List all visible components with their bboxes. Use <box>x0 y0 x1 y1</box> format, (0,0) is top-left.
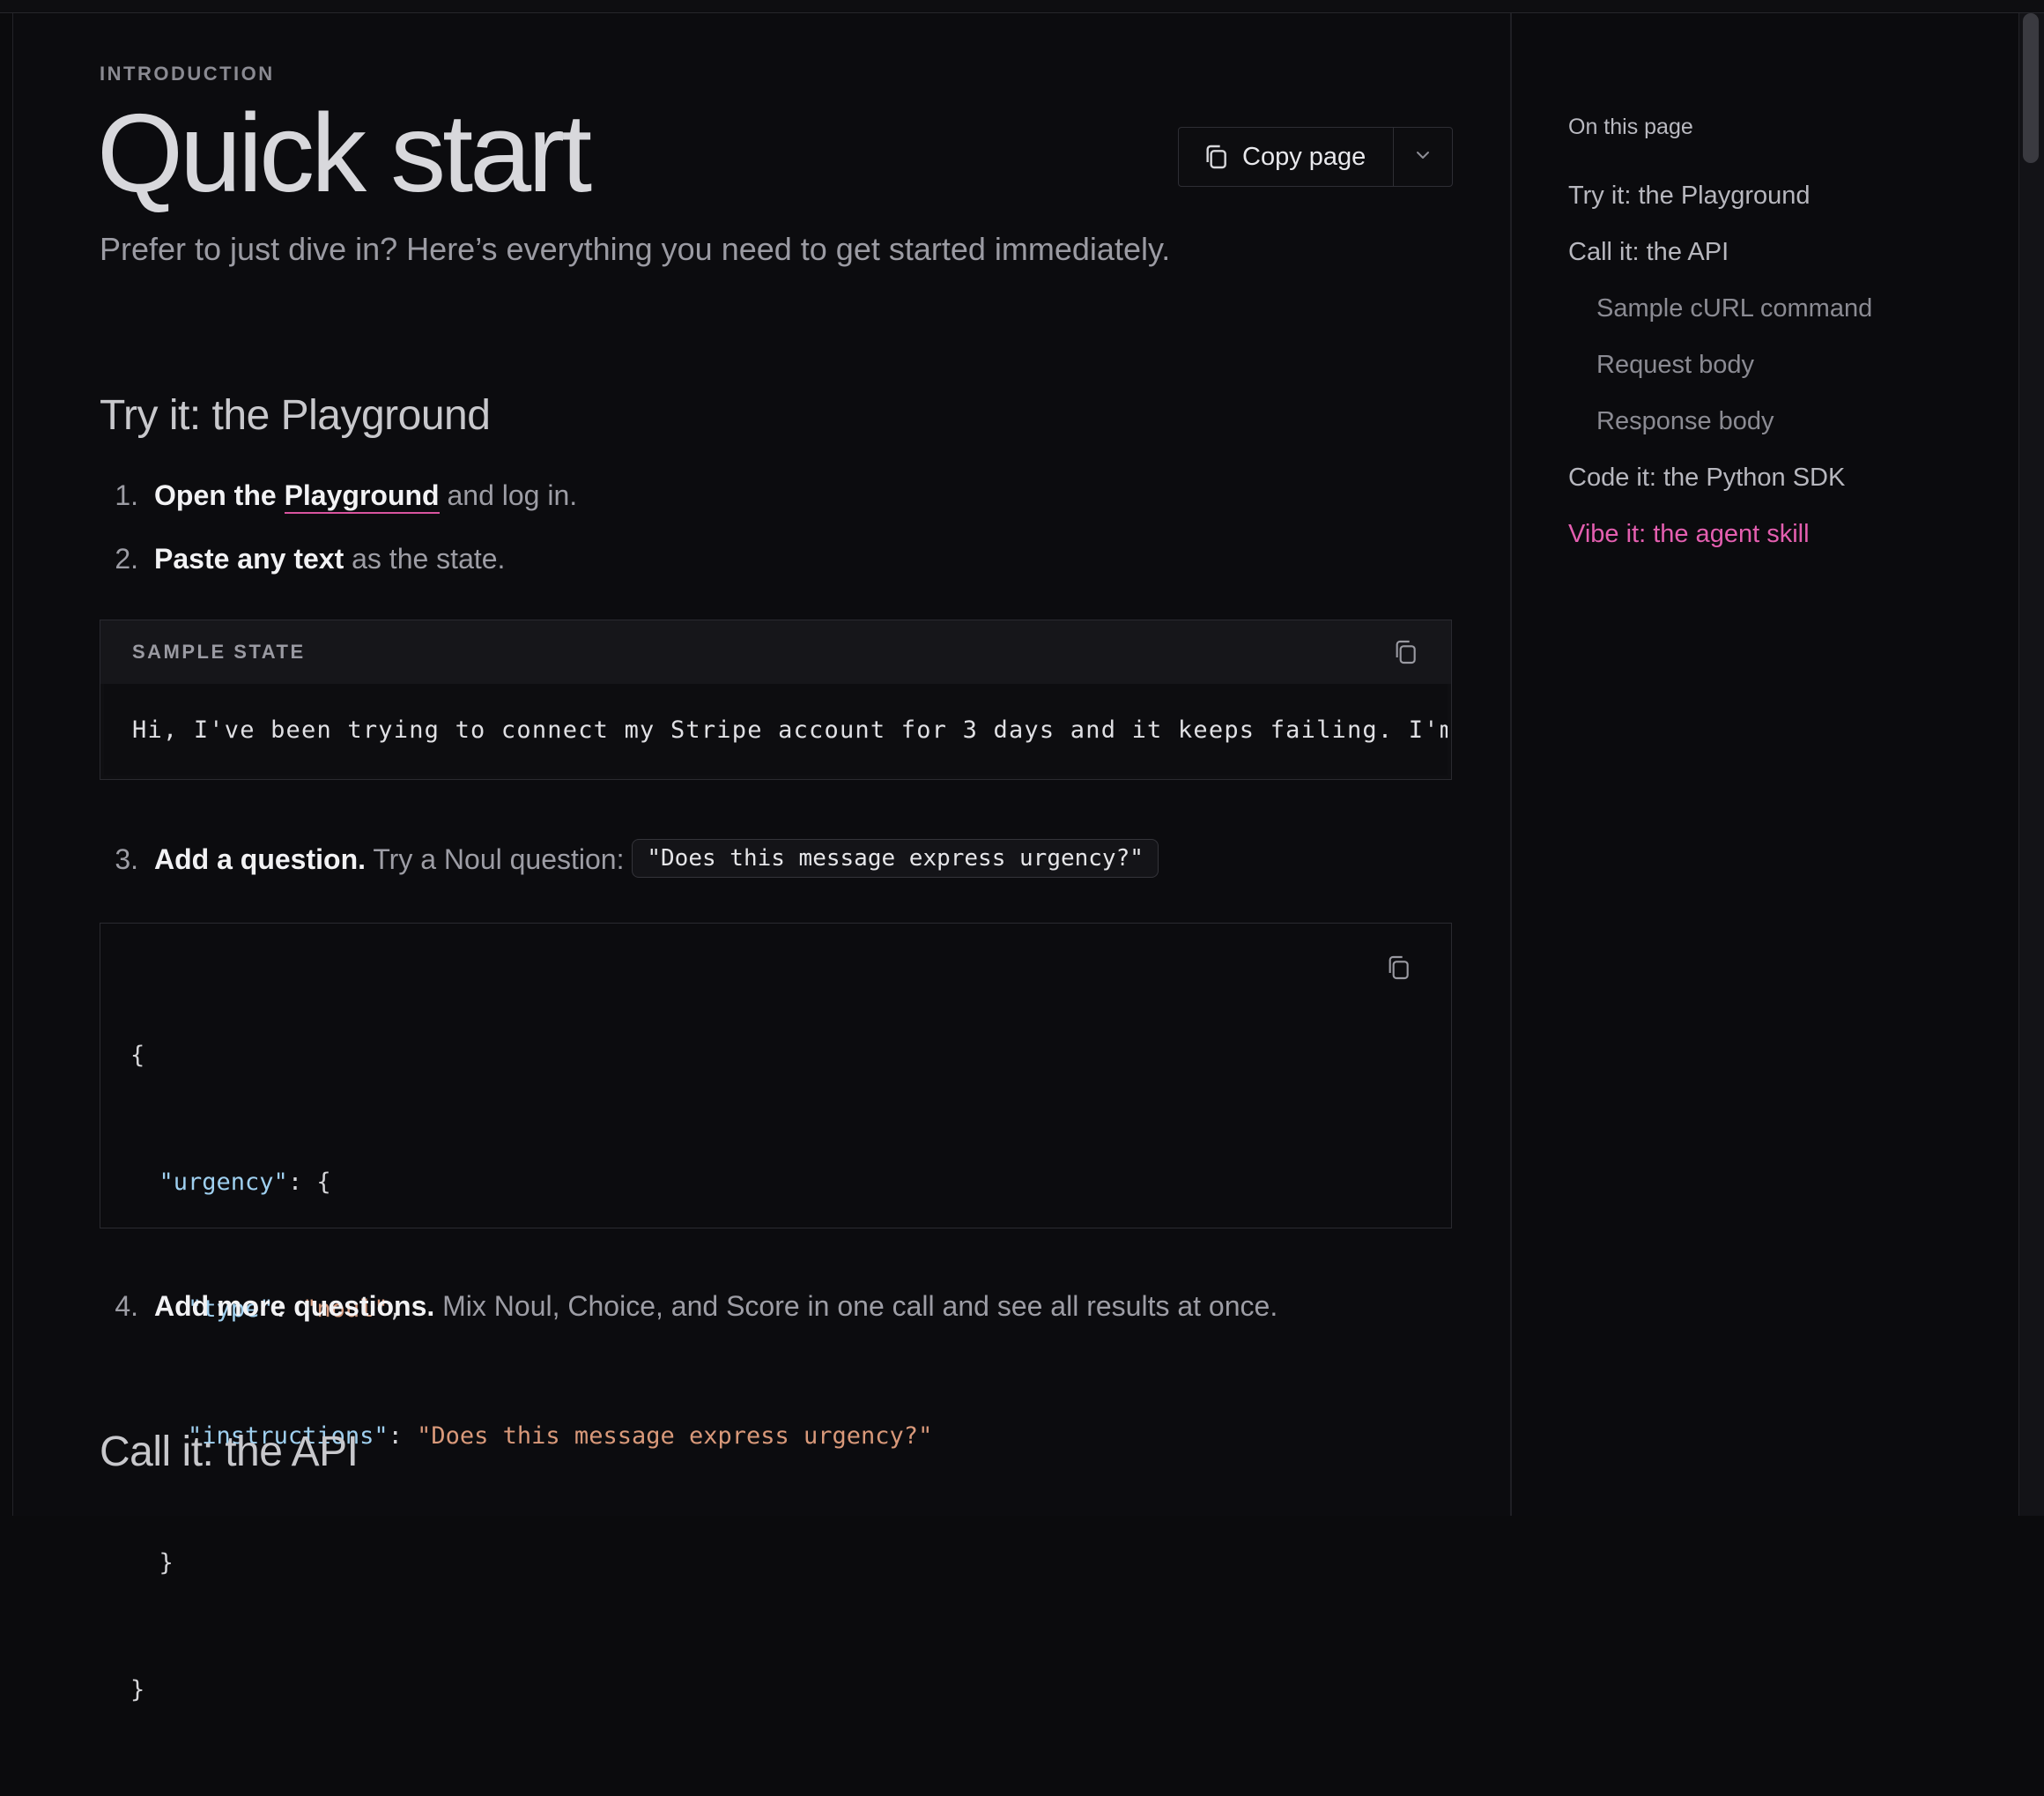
code-token: "Does this message express urgency?" <box>417 1422 933 1450</box>
step-number: 1. <box>115 479 138 511</box>
step-text: as the state. <box>352 543 506 575</box>
step-number: 4. <box>115 1290 138 1322</box>
section-heading-api: Call it: the API <box>100 1429 359 1475</box>
step-bold: Add more questions. <box>154 1290 435 1322</box>
chevron-down-icon <box>1412 145 1433 170</box>
sample-state-text: Hi, I've been trying to connect my Strip… <box>132 716 1448 744</box>
sample-state-card: SAMPLE STATE Hi, I've been trying to con… <box>100 620 1452 780</box>
toc-item-playground[interactable]: Try it: the Playground <box>1568 182 1811 211</box>
code-token: } <box>159 1549 174 1577</box>
code-token: : <box>388 1422 418 1450</box>
step-bold: Add a question. <box>154 843 366 875</box>
sample-state-header: SAMPLE STATE <box>100 620 1451 684</box>
page-subtitle: Prefer to just dive in? Here’s everythin… <box>100 231 1171 267</box>
sample-state-body: Hi, I've been trying to connect my Strip… <box>104 684 1448 776</box>
toc-heading: On this page <box>1568 115 1693 139</box>
step-number: 3. <box>115 843 138 875</box>
breadcrumb-section: INTRODUCTION <box>100 63 275 85</box>
code-token: : { <box>287 1169 331 1196</box>
step-item: 3. Add a question. Try a Noul question: … <box>100 839 1159 878</box>
step-text: and log in. <box>447 479 578 511</box>
copy-icon <box>1202 143 1230 171</box>
toc-item-python-sdk[interactable]: Code it: the Python SDK <box>1568 464 1845 493</box>
code-line: { <box>130 1035 932 1077</box>
step-item: 1. Open the Playground and log in. <box>100 479 578 514</box>
toc-item-curl[interactable]: Sample cURL command <box>1596 294 1872 323</box>
step-item: 2. Paste any text as the state. <box>100 543 505 575</box>
code-token: "urgency" <box>159 1169 288 1196</box>
copy-page-group: Copy page <box>1178 127 1453 187</box>
copy-page-button[interactable]: Copy page <box>1179 128 1393 186</box>
copy-page-menu-button[interactable] <box>1393 128 1452 186</box>
code-line: } <box>130 1542 932 1584</box>
json-code: { "urgency": { "type": "noul", "instruct… <box>130 950 932 1796</box>
step-item: 4. Add more questions. Mix Noul, Choice,… <box>100 1290 1278 1323</box>
page-title: Quick start <box>97 91 592 215</box>
copy-icon[interactable] <box>1391 638 1419 666</box>
toc-item-request-body[interactable]: Request body <box>1596 351 1754 380</box>
step-bold: Open the <box>154 479 277 511</box>
step-bold: Paste any text <box>154 543 344 575</box>
code-token: } <box>130 1676 145 1703</box>
step-text: Try a Noul question: <box>373 843 625 875</box>
inline-code-question: "Does this message express urgency?" <box>632 839 1159 878</box>
toc-item-response-body[interactable]: Response body <box>1596 407 1774 436</box>
section-heading-playground: Try it: the Playground <box>100 392 491 439</box>
sample-state-label: SAMPLE STATE <box>132 641 306 663</box>
copy-page-label: Copy page <box>1242 142 1366 171</box>
toc-item-agent-skill[interactable]: Vibe it: the agent skill <box>1568 520 1810 549</box>
step-text: Mix Noul, Choice, and Score in one call … <box>442 1290 1278 1322</box>
step-number: 2. <box>115 543 138 575</box>
code-token: { <box>130 1042 145 1069</box>
code-line: } <box>130 1669 932 1711</box>
scrollbar-thumb[interactable] <box>2023 13 2039 163</box>
copy-icon[interactable] <box>1384 954 1412 982</box>
playground-link[interactable]: Playground <box>284 479 440 514</box>
scrollbar-track[interactable] <box>2018 13 2044 1516</box>
toc-item-api[interactable]: Call it: the API <box>1568 238 1729 267</box>
json-code-block: { "urgency": { "type": "noul", "instruct… <box>100 923 1452 1703</box>
top-bar <box>0 0 2044 13</box>
code-line: "urgency": { <box>130 1161 932 1204</box>
